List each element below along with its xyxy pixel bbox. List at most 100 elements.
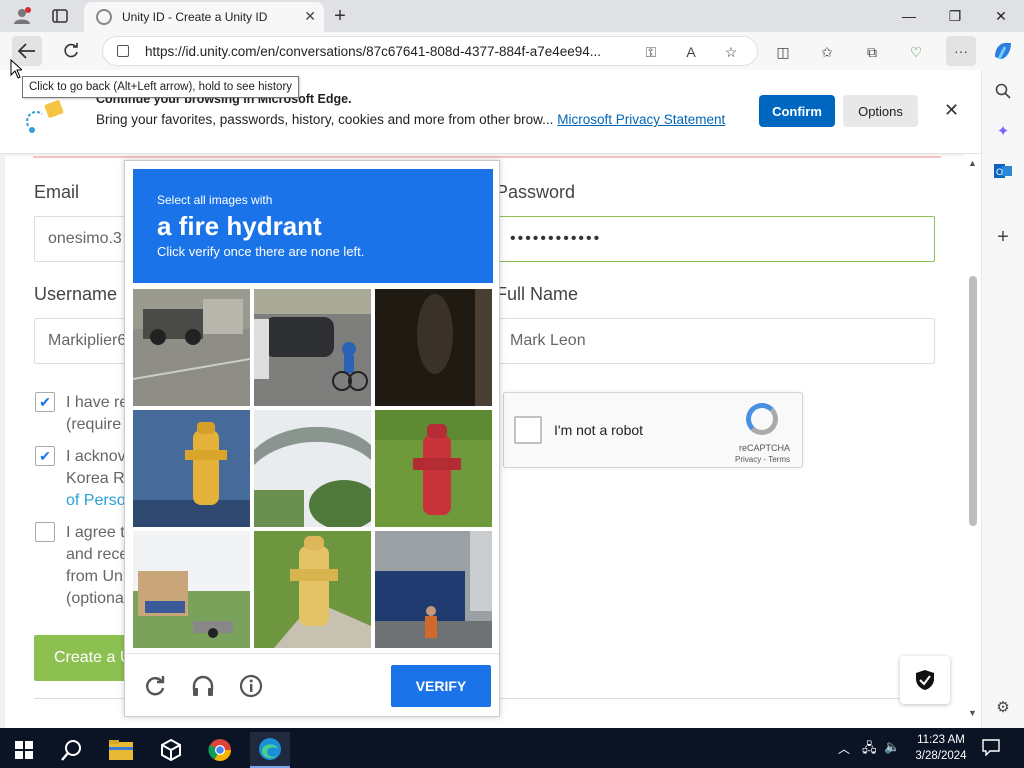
tile-red-hydrant[interactable] [375, 410, 492, 527]
tab-unity-id[interactable]: Unity ID - Create a Unity ID ✕ [84, 2, 324, 32]
username-label: Username [34, 284, 118, 304]
edge-import-icon [26, 100, 64, 133]
terms-line-1: I have re [66, 394, 129, 411]
tile-dark-shadow[interactable] [375, 289, 492, 406]
challenge-target: a fire hydrant [157, 211, 322, 241]
reload-challenge-icon[interactable] [141, 672, 169, 700]
extension-icon[interactable]: ✦ [992, 120, 1014, 142]
windows-taskbar: ︿ 🖧 🔈 11:23 AM 3/28/2024 [0, 728, 1024, 768]
file-explorer-icon[interactable] [101, 732, 141, 768]
password-label: Password [496, 182, 576, 202]
system-clock[interactable]: 11:23 AM 3/28/2024 [906, 732, 976, 764]
minimize-icon[interactable]: — [886, 0, 932, 32]
tile-street-person[interactable] [375, 531, 492, 648]
shield-check-icon [916, 670, 934, 690]
info-icon[interactable] [237, 672, 265, 700]
browser-essentials-icon[interactable]: ♡ [905, 41, 927, 63]
edge-sidebar: ✦ O + ⚙ [981, 70, 1024, 728]
tile-yellow-hydrant[interactable] [133, 410, 250, 527]
more-menu-icon[interactable]: ··· [946, 36, 976, 66]
privacy-line-3[interactable]: of Perso [66, 490, 126, 512]
tile-cyclist-car[interactable] [254, 289, 371, 406]
infobar-message: Bring your favorites, passwords, history… [96, 112, 725, 127]
key-icon[interactable]: ⚿ [640, 41, 662, 63]
read-aloud-icon[interactable]: A [680, 41, 702, 63]
add-sidebar-app-icon[interactable]: + [992, 226, 1014, 248]
tile-building-field[interactable] [133, 531, 250, 648]
edge-taskbar-icon[interactable] [250, 732, 290, 768]
collections-icon[interactable]: ⧉ [861, 41, 883, 63]
clock-date: 3/28/2024 [915, 750, 967, 762]
new-tab-icon[interactable]: + [328, 4, 352, 28]
start-windows-icon[interactable] [4, 732, 44, 768]
marketing-line-2: and rece [66, 546, 129, 563]
restore-icon[interactable]: ❐ [932, 0, 978, 32]
privacy-line-1: I acknov [66, 448, 126, 465]
recaptcha-privacy-terms[interactable]: Privacy - Terms [735, 455, 790, 464]
recaptcha-logo-icon [746, 403, 778, 435]
tab-actions-icon[interactable] [48, 4, 72, 28]
lock-icon [117, 45, 129, 57]
challenge-header: Select all images with a fire hydrant Cl… [133, 169, 493, 283]
challenge-image-grid [133, 289, 493, 649]
outlook-icon[interactable]: O [992, 160, 1014, 182]
terms-checkbox[interactable]: ✔ [35, 392, 55, 412]
mouse-cursor-icon [10, 59, 22, 79]
tile-overpass[interactable] [254, 410, 371, 527]
taskbar-search-icon[interactable] [52, 732, 92, 768]
window-close-icon[interactable]: ✕ [978, 0, 1024, 32]
split-screen-icon[interactable]: ◫ [772, 41, 794, 63]
verify-button[interactable]: VERIFY [391, 665, 491, 707]
back-tooltip: Click to go back (Alt+Left arrow), hold … [22, 76, 300, 98]
copilot-icon[interactable] [990, 38, 1016, 64]
recaptcha-widget: I'm not a robot reCAPTCHA Privacy - Term… [503, 392, 803, 468]
card-top-divider [33, 156, 941, 158]
recaptcha-checkbox[interactable] [514, 416, 542, 444]
tab-title: Unity ID - Create a Unity ID [122, 10, 268, 24]
privacy-statement-link[interactable]: Microsoft Privacy Statement [557, 112, 725, 127]
network-icon[interactable]: 🖧 [862, 739, 877, 761]
infobar-message-text: Bring your favorites, passwords, history… [96, 112, 554, 127]
tile-yellow-hydrant-grass[interactable] [254, 531, 371, 648]
recaptcha-label: I'm not a robot [554, 422, 644, 438]
refresh-button[interactable] [56, 36, 86, 66]
audio-challenge-icon[interactable] [189, 672, 217, 700]
notification-icon[interactable] [982, 738, 1000, 761]
scrollbar-thumb[interactable] [969, 276, 977, 526]
browser-tab-bar: Unity ID - Create a Unity ID ✕ + — ❐ ✕ [0, 0, 1024, 32]
privacy-checkbox[interactable]: ✔ [35, 446, 55, 466]
clock-time: 11:23 AM [917, 734, 965, 746]
scroll-up-icon[interactable]: ▲ [968, 158, 977, 168]
search-icon[interactable] [992, 80, 1014, 102]
chrome-icon[interactable] [200, 732, 240, 768]
privacy-text: I acknov Korea R of Perso [66, 446, 126, 512]
marketing-text: I agree t and rece from Un (optiona [66, 522, 128, 610]
favorites-icon[interactable]: ✩ [816, 41, 838, 63]
password-field[interactable]: •••••••••••• [496, 216, 935, 262]
fullname-field[interactable]: Mark Leon [496, 318, 935, 364]
security-shield-button[interactable] [900, 656, 950, 704]
address-bar-row: https://id.unity.com/en/conversations/87… [0, 32, 1024, 70]
email-label: Email [34, 182, 80, 202]
volume-icon[interactable]: 🔈 [884, 739, 900, 755]
challenge-instruction: Select all images with [157, 193, 273, 207]
tray-chevron-icon[interactable]: ︿ [838, 740, 850, 757]
challenge-subtext: Click verify once there are none left. [157, 244, 365, 259]
marketing-line-4: (optiona [66, 590, 124, 607]
favorite-star-icon[interactable]: ☆ [720, 41, 742, 63]
tile-street-scooter[interactable] [133, 289, 250, 406]
marketing-line-3: from Un [66, 568, 123, 585]
challenge-footer: VERIFY [125, 653, 499, 716]
tab-close-icon[interactable]: ✕ [304, 8, 316, 25]
fullname-label: Full Name [496, 284, 579, 304]
recaptcha-brand: reCAPTCHA [738, 443, 790, 453]
options-button[interactable]: Options [843, 95, 918, 127]
settings-gear-icon[interactable]: ⚙ [992, 696, 1014, 718]
infobar-close-icon[interactable]: ✕ [944, 100, 959, 121]
confirm-button[interactable]: Confirm [759, 95, 835, 127]
unity-hub-icon[interactable] [151, 732, 191, 768]
profile-icon[interactable] [10, 4, 34, 28]
marketing-checkbox[interactable] [35, 522, 55, 542]
page-scrollbar[interactable]: ▲ ▼ [965, 154, 981, 728]
scroll-down-icon[interactable]: ▼ [968, 708, 977, 718]
